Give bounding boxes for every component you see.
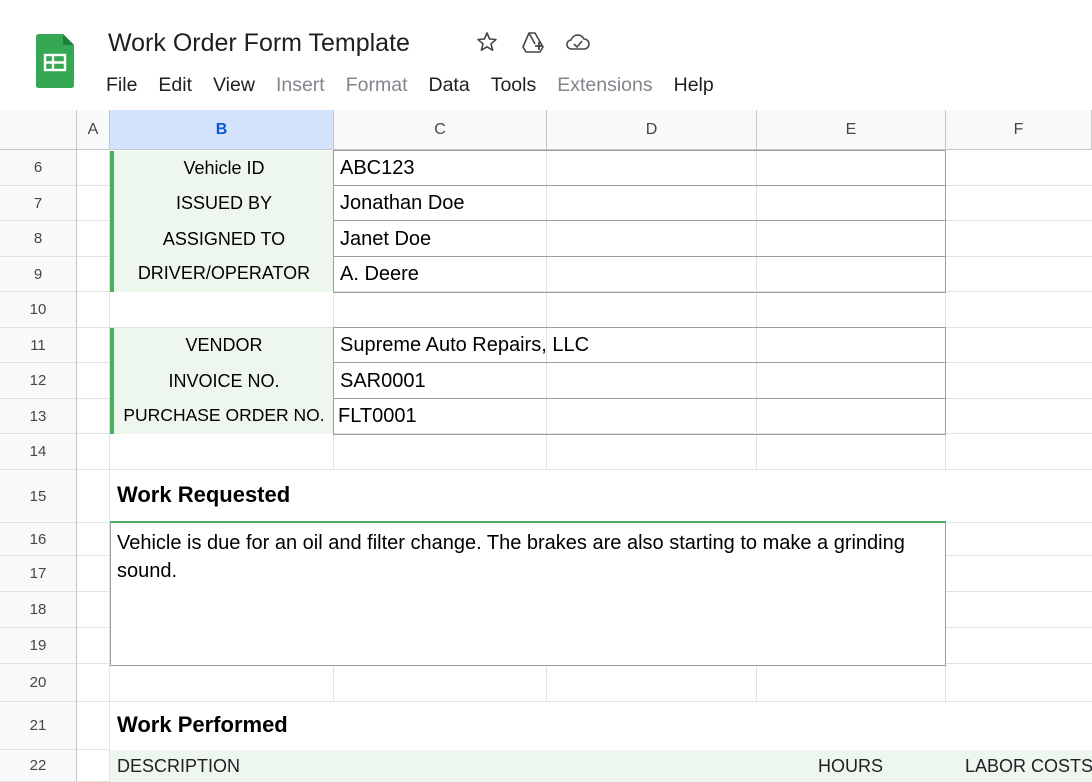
menu-data[interactable]: Data — [429, 72, 479, 98]
row-header[interactable]: 7 — [0, 186, 77, 221]
column-header-b[interactable]: B — [110, 110, 334, 150]
menu-edit[interactable]: Edit — [158, 72, 201, 98]
label-purchase-order-no[interactable]: PURCHASE ORDER NO. — [110, 399, 334, 434]
menu-view[interactable]: View — [213, 72, 264, 98]
value-issued-by[interactable]: Jonathan Doe — [334, 186, 945, 221]
cloud-saved-icon[interactable] — [565, 30, 590, 54]
column-header-e[interactable]: E — [757, 110, 946, 150]
menu-format[interactable]: Format — [346, 72, 417, 98]
header-labor-costs[interactable]: LABOR COSTS — [965, 756, 1092, 777]
column-header-d[interactable]: D — [547, 110, 757, 150]
row-header[interactable]: 9 — [0, 257, 77, 292]
sheets-logo[interactable] — [36, 34, 74, 88]
work-requested-text[interactable]: Vehicle is due for an oil and filter cha… — [111, 523, 945, 585]
row-header[interactable]: 21 — [0, 702, 77, 750]
value-invoice-no[interactable]: SAR0001 — [334, 363, 945, 399]
menu-insert[interactable]: Insert — [276, 72, 334, 98]
row-header[interactable]: 18 — [0, 592, 77, 628]
label-driver-operator[interactable]: DRIVER/OPERATOR — [110, 257, 334, 292]
label-invoice-no[interactable]: INVOICE NO. — [110, 363, 334, 399]
select-all-corner[interactable] — [0, 110, 77, 150]
row-header[interactable]: 20 — [0, 664, 77, 702]
menu-help[interactable]: Help — [674, 72, 723, 98]
row-header[interactable]: 15 — [0, 470, 77, 523]
header-hours[interactable]: HOURS — [818, 756, 883, 777]
row-header[interactable]: 10 — [0, 292, 77, 328]
row-header[interactable]: 19 — [0, 628, 77, 664]
label-assigned-to[interactable]: ASSIGNED TO — [110, 221, 334, 257]
menu-bar: File Edit View Insert Format Data Tools … — [106, 72, 735, 98]
value-assigned-to[interactable]: Janet Doe — [334, 221, 945, 257]
column-header-a[interactable]: A — [77, 110, 110, 150]
label-vendor[interactable]: VENDOR — [110, 328, 334, 363]
menu-file[interactable]: File — [106, 72, 146, 98]
column-header-f[interactable]: F — [946, 110, 1092, 150]
header-description[interactable]: DESCRIPTION — [117, 756, 240, 777]
row-header[interactable]: 13 — [0, 399, 77, 434]
work-performed-header-row — [110, 750, 1092, 782]
label-vehicle-id[interactable]: Vehicle ID — [110, 151, 334, 186]
row-header[interactable]: 12 — [0, 363, 77, 399]
move-to-drive-icon[interactable] — [521, 30, 545, 54]
document-title[interactable]: Work Order Form Template — [108, 29, 410, 58]
work-performed-title: Work Performed — [117, 712, 288, 737]
value-driver-operator[interactable]: A. Deere — [334, 257, 945, 292]
row-header[interactable]: 6 — [0, 150, 77, 186]
value-vendor[interactable]: Supreme Auto Repairs, LLC — [334, 328, 945, 363]
column-header-c[interactable]: C — [334, 110, 547, 150]
value-vehicle-id[interactable]: ABC123 — [334, 151, 945, 186]
menu-extensions[interactable]: Extensions — [557, 72, 661, 98]
work-requested-box[interactable]: Vehicle is due for an oil and filter cha… — [110, 523, 946, 666]
work-requested-title: Work Requested — [117, 482, 291, 507]
row-header[interactable]: 22 — [0, 750, 77, 782]
spreadsheet-grid[interactable]: A B C D E F 6 7 8 9 10 11 12 13 14 15 16 17 18 19 20 21… — [0, 110, 1092, 782]
row-header[interactable]: 8 — [0, 221, 77, 257]
label-issued-by[interactable]: ISSUED BY — [110, 186, 334, 221]
row-header[interactable]: 14 — [0, 434, 77, 470]
star-icon[interactable] — [475, 30, 499, 54]
menu-tools[interactable]: Tools — [491, 72, 546, 98]
row-header[interactable]: 11 — [0, 328, 77, 363]
value-purchase-order-no[interactable]: FLT0001 — [334, 399, 945, 434]
row-header[interactable]: 16 — [0, 523, 77, 556]
row-header[interactable]: 17 — [0, 556, 77, 592]
